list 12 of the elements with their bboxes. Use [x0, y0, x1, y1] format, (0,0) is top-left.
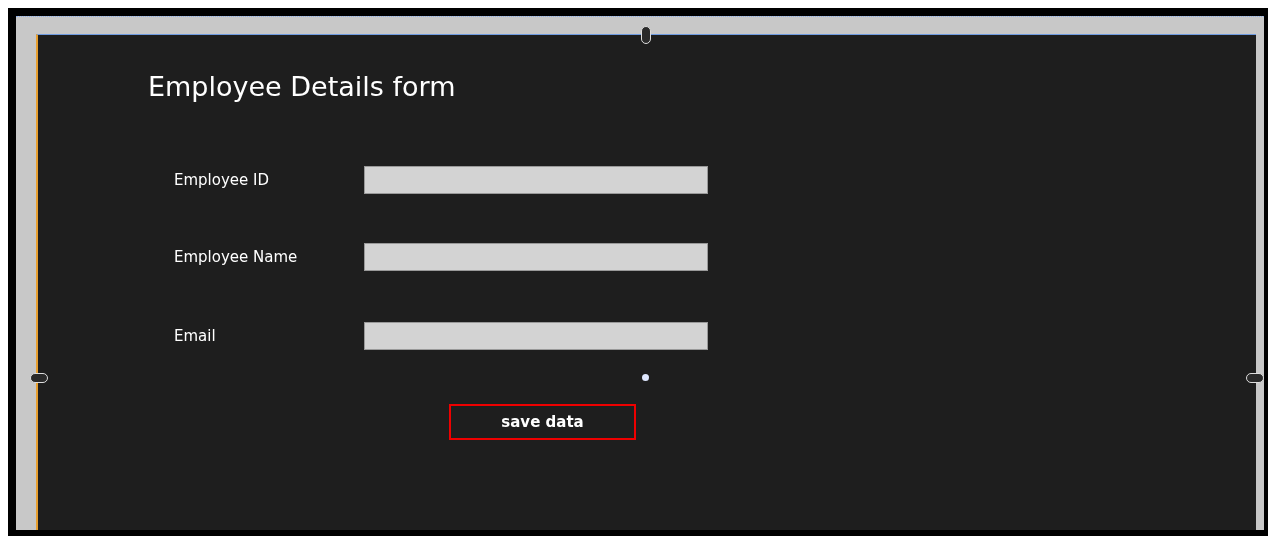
anchor-handle-icon[interactable]: [641, 26, 651, 44]
field-label: Email: [174, 327, 217, 345]
anchor-handle-icon[interactable]: [30, 373, 48, 383]
save-button[interactable]: save data: [449, 404, 636, 440]
center-handle-icon[interactable]: [642, 374, 649, 381]
form-title: Employee Details form: [148, 71, 456, 102]
anchor-handle-icon[interactable]: [1246, 373, 1264, 383]
input-field[interactable]: [364, 166, 708, 194]
field-label: Employee Name: [174, 248, 299, 266]
input-field[interactable]: [364, 322, 708, 350]
field-label: Employee ID: [174, 171, 271, 189]
input-field[interactable]: [364, 243, 708, 271]
